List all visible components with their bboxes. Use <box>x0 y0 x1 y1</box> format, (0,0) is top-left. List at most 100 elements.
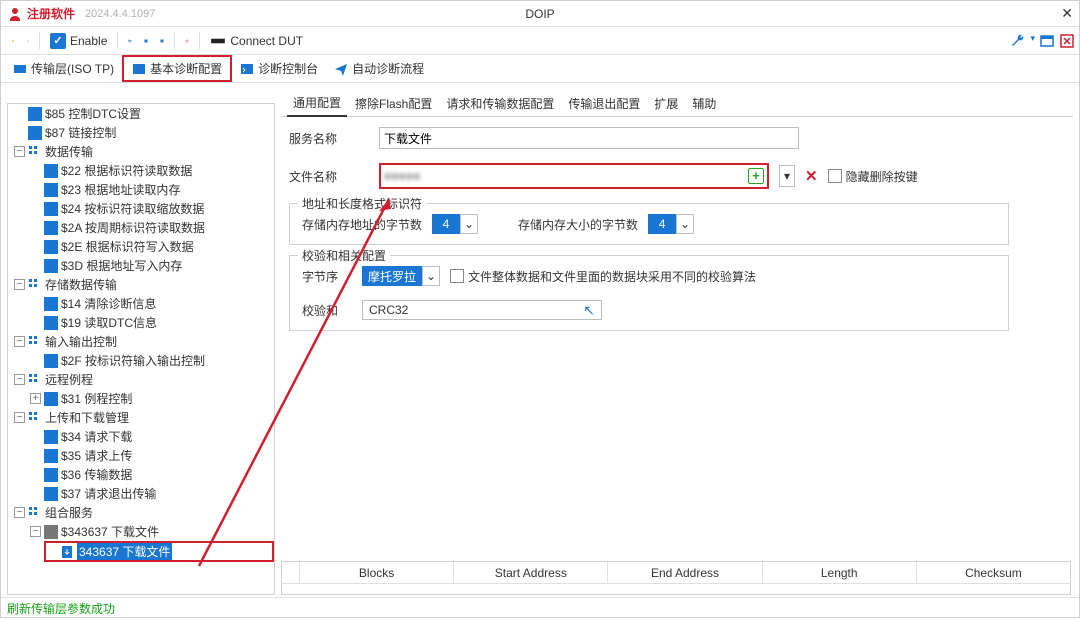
tree-item[interactable]: $23 根据地址读取内存 <box>61 181 180 198</box>
fieldset-addr-len: 地址和长度格式标识符 存储内存地址的字节数 4 ⌄ 存储内存大小的字节数 4 ⌄ <box>289 203 1009 245</box>
panel-tab-request[interactable]: 请求和传输数据配置 <box>440 91 560 116</box>
grid-col-end[interactable]: End Address <box>608 562 762 583</box>
addr-bytes-select[interactable]: 4 ⌄ <box>432 214 478 234</box>
tree-item[interactable]: $3D 根据地址写入内存 <box>61 257 182 274</box>
tree-item[interactable]: $36 传输数据 <box>61 466 132 483</box>
window-icon[interactable] <box>1039 33 1055 49</box>
open-icon[interactable] <box>122 33 138 49</box>
check-icon: ✓ <box>50 33 66 49</box>
addr-bytes-label: 存储内存地址的字节数 <box>302 216 422 233</box>
tab-auto-diag[interactable]: 自动诊断流程 <box>326 57 432 80</box>
checksum-value[interactable]: CRC32 ↖ <box>362 300 602 320</box>
tree-group[interactable]: 存储数据传输 <box>45 276 117 293</box>
checkbox-icon <box>828 169 842 183</box>
connect-dut-button[interactable]: Connect DUT <box>204 31 309 51</box>
byte-order-label: 字节序 <box>302 268 352 285</box>
panel-tab-aux[interactable]: 辅助 <box>686 91 722 116</box>
file-name-combo[interactable]: ■■■■■ + <box>379 163 769 189</box>
collapse-icon[interactable]: − <box>14 412 25 423</box>
layer-icon <box>13 62 27 76</box>
hide-delete-checkbox[interactable]: 隐藏删除按键 <box>828 168 918 185</box>
diff-checksum-checkbox[interactable]: 文件整体数据和文件里面的数据块采用不同的校验算法 <box>450 268 756 285</box>
config-icon <box>132 62 146 76</box>
tree-group[interactable]: 数据传输 <box>45 143 93 160</box>
tree-item[interactable]: $31 例程控制 <box>61 390 132 407</box>
title-bar: 注册软件 2024.4.4.1097 DOIP ✕ <box>1 1 1079 27</box>
fieldset-legend: 地址和长度格式标识符 <box>298 195 426 212</box>
app-title: 注册软件 <box>27 5 75 22</box>
service-name-input[interactable] <box>379 127 799 149</box>
panel-tab-ext[interactable]: 扩展 <box>648 91 684 116</box>
panel-tab-general[interactable]: 通用配置 <box>287 90 347 117</box>
status-bar: 刷新传输层参数成功 <box>1 597 1079 617</box>
tree-item[interactable]: $19 读取DTC信息 <box>61 314 157 331</box>
person-icon <box>7 6 23 22</box>
wrench-icon[interactable] <box>1010 33 1026 49</box>
tree-item[interactable]: $35 请求上传 <box>61 447 132 464</box>
tree-group[interactable]: 上传和下载管理 <box>45 409 129 426</box>
toolbar-tabs: 传输层(ISO TP) 基本诊断配置 诊断控制台 自动诊断流程 <box>1 55 1079 83</box>
console-icon <box>240 62 254 76</box>
save-icon[interactable] <box>138 33 154 49</box>
status-text: 刷新传输层参数成功 <box>7 602 115 616</box>
tree-item[interactable]: $87 链接控制 <box>45 124 116 141</box>
tree-item-selected[interactable]: 343637 下载文件 <box>44 541 274 562</box>
app-version: 2024.4.4.1097 <box>85 8 155 20</box>
tree-item[interactable]: $34 请求下载 <box>61 428 132 445</box>
toolbar-main: ✓ Enable Connect DUT ▾ <box>1 27 1079 55</box>
right-panel: 通用配置 擦除Flash配置 请求和传输数据配置 传输退出配置 扩展 辅助 服务… <box>275 83 1079 597</box>
tab-diag-console[interactable]: 诊断控制台 <box>232 57 326 80</box>
tree-item[interactable]: $343637 下载文件 <box>61 523 159 540</box>
chevron-down-icon[interactable]: ⌄ <box>460 214 478 234</box>
enable-label: Enable <box>70 34 107 48</box>
add-file-button[interactable]: + <box>748 168 764 184</box>
tree-item[interactable]: $24 按标识符读取缩放数据 <box>61 200 204 217</box>
collapse-icon[interactable]: − <box>14 279 25 290</box>
tree-item[interactable]: $2E 根据标识符写入数据 <box>61 238 194 255</box>
tree-item[interactable]: $85 控制DTC设置 <box>45 105 141 122</box>
tree-item[interactable]: $37 请求退出传输 <box>61 485 156 502</box>
refresh-icon[interactable] <box>179 33 195 49</box>
tree-group[interactable]: 远程例程 <box>45 371 93 388</box>
collapse-icon[interactable]: − <box>30 526 41 537</box>
tree-item[interactable]: $14 清除诊断信息 <box>61 295 156 312</box>
lightning-icon[interactable] <box>5 33 21 49</box>
tab-diag-config[interactable]: 基本诊断配置 <box>122 55 232 82</box>
collapse-icon[interactable]: − <box>14 146 25 157</box>
chevron-down-icon[interactable]: ⌄ <box>676 214 694 234</box>
file-name-value: ■■■■■ <box>384 169 420 183</box>
panel-tab-erase[interactable]: 擦除Flash配置 <box>349 91 438 116</box>
delete-file-button[interactable]: ✕ <box>805 167 818 185</box>
file-dropdown-button[interactable]: ▾ <box>779 165 795 187</box>
data-grid[interactable]: Blocks Start Address End Address Length … <box>281 561 1071 595</box>
grid-col-marker[interactable] <box>282 562 300 583</box>
close-panel-icon[interactable] <box>1059 33 1075 49</box>
chevron-down-icon[interactable]: ⌄ <box>422 266 440 286</box>
tree-group[interactable]: 组合服务 <box>45 504 93 521</box>
panel-tab-exit[interactable]: 传输退出配置 <box>562 91 646 116</box>
expand-icon[interactable]: + <box>30 393 41 404</box>
save-as-icon[interactable] <box>154 33 170 49</box>
nav-tree[interactable]: $85 控制DTC设置 $87 链接控制 − 数据传输 $22 根据标识符读取数据… <box>7 103 275 595</box>
toolbar-right: ▾ <box>1010 33 1075 49</box>
grid-col-length[interactable]: Length <box>763 562 917 583</box>
file-name-label: 文件名称 <box>289 168 369 185</box>
grid-col-blocks[interactable]: Blocks <box>300 562 454 583</box>
title-left: 注册软件 2024.4.4.1097 <box>7 5 155 22</box>
connect-icon <box>210 33 226 49</box>
tree-group[interactable]: 输入输出控制 <box>45 333 117 350</box>
enable-toggle[interactable]: ✓ Enable <box>44 33 113 49</box>
tree-item[interactable]: $2F 按标识符输入输出控制 <box>61 352 205 369</box>
grid-col-start[interactable]: Start Address <box>454 562 608 583</box>
collapse-icon[interactable]: − <box>14 507 25 518</box>
size-bytes-select[interactable]: 4 ⌄ <box>648 214 694 234</box>
window-close[interactable]: ✕ <box>1061 5 1073 22</box>
grid-col-checksum[interactable]: Checksum <box>917 562 1070 583</box>
tree-item[interactable]: $2A 按周期标识符读取数据 <box>61 219 205 236</box>
collapse-icon[interactable]: − <box>14 374 25 385</box>
collapse-icon[interactable]: − <box>14 336 25 347</box>
tree-item[interactable]: $22 根据标识符读取数据 <box>61 162 192 179</box>
byte-order-select[interactable]: 摩托罗拉 ⌄ <box>362 266 440 286</box>
tab-transport[interactable]: 传输层(ISO TP) <box>5 57 122 80</box>
circle-icon[interactable] <box>21 34 35 48</box>
